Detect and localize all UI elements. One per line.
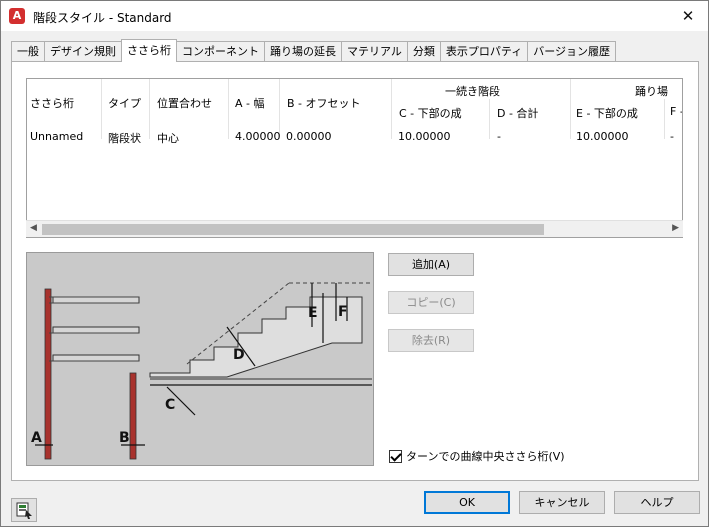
tab-version-history[interactable]: バージョン履歴 <box>527 41 617 62</box>
stringer-grid: 一続き階段 踊り場 ささら桁 タイプ 位置合わせ A - 幅 B - オフセット… <box>26 78 683 238</box>
stair-style-icon[interactable] <box>11 498 37 522</box>
window-title: 階段スタイル - Standard <box>33 11 172 25</box>
cell-landing-waist[interactable]: 10.00000 <box>576 130 629 143</box>
tab-landing-extensions[interactable]: 踊り場の延長 <box>264 41 342 62</box>
tab-design-rules[interactable]: デザイン規則 <box>44 41 122 62</box>
stringer-preview-image: A B C D E F <box>26 252 374 466</box>
column-header-landing-waist[interactable]: E - 下部の成 <box>576 105 638 121</box>
curve-center-stringer-option[interactable]: ターンでの曲線中央ささら桁(V) <box>389 448 565 464</box>
diagram-label-a: A <box>31 430 42 446</box>
grid-horizontal-scrollbar[interactable]: ◀ ▶ <box>26 220 683 237</box>
help-button[interactable]: ヘルプ <box>614 491 700 514</box>
stair-style-dialog: A 階段スタイル - Standard ✕ 一般 デザイン規則 ささら桁 コンポ… <box>0 0 709 527</box>
tab-classifications[interactable]: 分類 <box>406 41 441 62</box>
cell-offset[interactable]: 0.00000 <box>286 130 332 143</box>
column-separator <box>391 79 392 139</box>
column-header-flight-waist[interactable]: C - 下部の成 <box>399 105 462 121</box>
tab-components[interactable]: コンポーネント <box>176 41 265 62</box>
stringers-tab-panel: 一続き階段 踊り場 ささら桁 タイプ 位置合わせ A - 幅 B - オフセット… <box>11 61 699 481</box>
scrollbar-thumb[interactable] <box>42 224 544 235</box>
cell-type[interactable]: 階段状 <box>108 130 141 146</box>
diagram-label-b: B <box>119 430 130 446</box>
cell-flight-total[interactable]: - <box>497 130 501 143</box>
column-separator <box>228 79 229 139</box>
cell-flight-waist[interactable]: 10.00000 <box>398 130 451 143</box>
diagram-label-c: C <box>165 397 175 413</box>
column-header-flight-total[interactable]: D - 合計 <box>497 105 538 121</box>
scroll-left-icon[interactable]: ◀ <box>30 223 37 233</box>
column-header-alignment[interactable]: 位置合わせ <box>157 95 212 111</box>
stringer-diagram: A B C D E F <box>27 253 373 465</box>
add-button[interactable]: 追加(A) <box>388 253 474 276</box>
cell-width[interactable]: 4.00000 <box>235 130 281 143</box>
copy-button[interactable]: コピー(C) <box>388 291 474 314</box>
curve-center-stringer-label: ターンでの曲線中央ささら桁(V) <box>406 450 565 463</box>
tab-stringers[interactable]: ささら桁 <box>121 39 177 62</box>
curve-center-stringer-checkbox[interactable] <box>389 449 402 463</box>
cell-stringer-name[interactable]: Unnamed <box>30 130 83 143</box>
scroll-right-icon[interactable]: ▶ <box>672 223 679 233</box>
flight-group-header: 一続き階段 <box>445 85 500 98</box>
column-header-width[interactable]: A - 幅 <box>235 95 265 111</box>
close-button[interactable]: ✕ <box>668 1 708 31</box>
tab-materials[interactable]: マテリアル <box>341 41 408 62</box>
landing-group-header: 踊り場 <box>635 85 668 98</box>
column-header-landing-total[interactable]: F - <box>670 105 682 118</box>
column-separator <box>149 79 150 139</box>
diagram-label-f: F <box>338 304 348 320</box>
title-bar: A 階段スタイル - Standard ✕ <box>1 1 708 31</box>
stair-style-icon-graphic <box>16 502 32 519</box>
cell-alignment[interactable]: 中心 <box>157 130 179 146</box>
column-header-type[interactable]: タイプ <box>108 95 141 111</box>
column-separator <box>664 99 665 139</box>
tab-strip: 一般 デザイン規則 ささら桁 コンポーネント 踊り場の延長 マテリアル 分類 表… <box>11 39 617 62</box>
tab-display-properties[interactable]: 表示プロパティ <box>439 41 529 62</box>
column-header-offset[interactable]: B - オフセット <box>287 95 361 111</box>
tab-general[interactable]: 一般 <box>11 41 45 62</box>
cell-landing-total[interactable]: - <box>670 130 674 143</box>
diagram-label-d: D <box>233 347 245 363</box>
remove-button[interactable]: 除去(R) <box>388 329 474 352</box>
column-separator <box>101 79 102 139</box>
ok-button[interactable]: OK <box>424 491 510 514</box>
column-header-stringer[interactable]: ささら桁 <box>30 95 74 111</box>
column-separator <box>489 99 490 139</box>
cancel-button[interactable]: キャンセル <box>519 491 605 514</box>
diagram-label-e: E <box>308 305 318 321</box>
column-separator <box>570 79 571 139</box>
autocad-app-icon: A <box>9 8 25 24</box>
